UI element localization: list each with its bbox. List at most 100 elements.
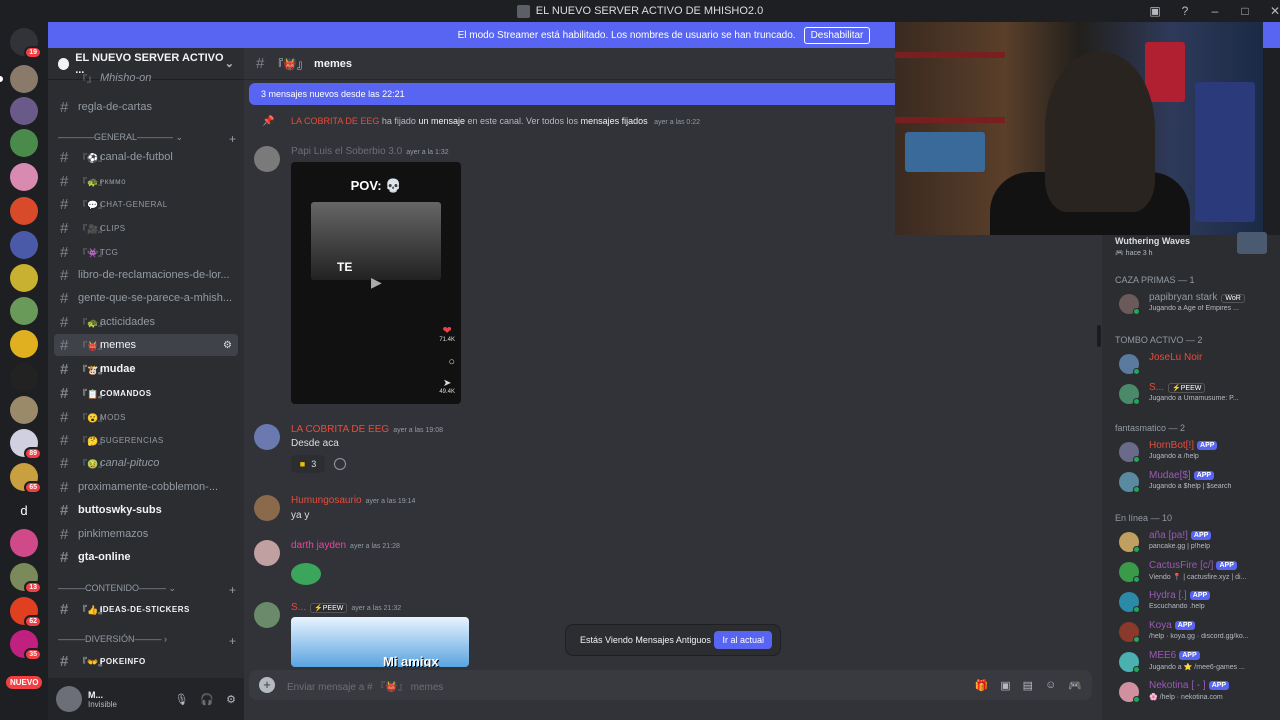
message-author[interactable]: darth jayden ayer a las 21:28 [291,540,400,551]
channel-gta-online[interactable]: # gta-online [54,546,238,568]
server-icon[interactable] [10,129,38,157]
member-item[interactable]: S... ⚡PEEW Jugando a Umamusume: P... [1115,380,1275,408]
apps-icon[interactable]: 🎮 [1068,679,1082,692]
online-status-icon [1133,546,1140,553]
system-author[interactable]: LA COBRITA DE EEG [291,116,379,126]
avatar[interactable] [254,540,280,566]
server-icon[interactable] [10,330,38,358]
channel-ideas-de-stickers[interactable]: # 『👍』 IDEAS-DE-STICKERS [54,598,238,620]
category-diversion[interactable]: ——— DIVERSIÓN ——— › + [58,634,236,648]
sticker-icon[interactable]: ▤ [1023,679,1033,692]
channel-canal-de-futbol[interactable]: # 『⚽』 canal-de-futbol [54,146,238,168]
message-composer[interactable]: + Enviar mensaje a # 『👹』 memes 🎁 ▣ ▤ ☺ 🎮 [249,670,1092,700]
channel-pinkimemazos[interactable]: # pinkimemazos [54,523,238,545]
server-icon[interactable]: 35 [10,630,42,661]
server-icon[interactable] [10,297,38,325]
dm-home-icon[interactable]: 19 [10,28,42,59]
hash-icon: # [60,525,69,543]
channel-mudae[interactable]: # 『🐮』 mudae [54,358,238,380]
server-letter-icon[interactable]: d [10,497,38,525]
message-author[interactable]: Humungosaurio ayer a las 19:14 [291,495,415,506]
member-item[interactable]: Mudae[$] APP Jugando a $help | $search [1115,468,1275,496]
server-icon[interactable] [10,65,38,93]
channel-name: pinkimemazos [78,528,149,540]
avatar[interactable] [254,495,280,521]
add-reaction-icon[interactable] [334,458,346,470]
channel-proximamente-cobblemon[interactable]: # proximamente-cobblemon-... [54,476,238,498]
member-item[interactable]: papibryan stark WoR Jugando a Age of Empir… [1115,290,1275,318]
pinned-messages-link[interactable]: mensajes fijados [581,116,648,126]
add-channel-icon[interactable]: + [229,583,236,597]
avatar[interactable] [254,424,280,450]
channel-emoji-icon: 『🎥』 [78,223,108,234]
plus-icon[interactable]: + [259,677,275,693]
headphones-icon[interactable]: 🎧 [200,693,214,706]
channel-clips[interactable]: # 『🎥』 CLIPS [54,217,238,239]
member-item[interactable]: MEE6 APP Jugando a ⭐ /mee6-games ... [1115,648,1275,676]
server-icon[interactable] [10,396,38,424]
member-item[interactable]: CactusFire [c/] APP Viendo 📍 | cactusfire.… [1115,558,1275,586]
microphone-icon[interactable]: 🎙 [174,693,188,706]
message-author[interactable]: S... ⚡PEEW ayer a las 21:32 [291,602,401,613]
member-item[interactable]: HornBot[!] APP Jugando a /help [1115,438,1275,466]
member-item[interactable]: JoseLu Noir [1115,350,1275,378]
channel-pokeinfo[interactable]: # 『👐』 POKEINFO [54,650,238,672]
gear-icon[interactable]: ⚙ [223,340,232,351]
avatar[interactable] [56,686,82,712]
server-icon[interactable]: 13 [10,563,42,594]
channel-comandos[interactable]: # 『📋』 COMANDOS [54,382,238,404]
server-icon[interactable]: 65 [10,463,42,494]
channel-acticidades[interactable]: # 『🐢』 acticidades [54,311,238,333]
server-icon[interactable] [10,264,38,292]
server-icon[interactable]: 89 [10,429,42,460]
channel-canal-pituco[interactable]: # 『🤢』 canal-pituco [54,452,238,474]
server-icon[interactable] [10,197,38,225]
disable-streamer-button[interactable]: Deshabilitar [803,26,871,44]
member-item[interactable]: Hydra [.] APP Escuchando .help [1115,588,1275,616]
avatar[interactable] [254,146,280,172]
gift-icon[interactable]: 🎁 [975,679,989,692]
category-general[interactable]: ———— GENERAL ———— ⌄ + [58,132,236,146]
message-author[interactable]: Papi Luis el Soberbio 3.0 ayer a la 1:32 [291,146,449,157]
gear-icon[interactable]: ⚙ [226,693,236,706]
member-item[interactable]: Nekotina [ - ] APP 🌸 /help · nekotina.com [1115,678,1275,706]
channel-pkmmo[interactable]: # 『🐢』 ᴘᴋᴍᴍᴏ [54,170,238,192]
server-icon[interactable] [10,231,38,259]
play-icon[interactable]: ▶ [371,274,382,291]
channel-gente-que-se-parece[interactable]: # gente-que-se-parece-a-mhish... [54,287,238,309]
reaction-button[interactable]: ■ 3 [291,455,325,473]
channel-chat-general[interactable]: # 『💬』 CHAT-GENERAL [54,193,238,215]
member-name: aña [pa!] [1149,530,1188,541]
channel-mods[interactable]: # 『😮』 MODS [54,406,238,428]
add-channel-icon[interactable]: + [229,132,236,146]
composer-placeholder[interactable]: Enviar mensaje a # 『👹』 memes [287,678,443,693]
channel-sugerencias[interactable]: # 『🤔』 SUGERENCIAS [54,429,238,451]
member-activity: Jugando a ⭐ /mee6-games ... [1149,664,1245,671]
avatar[interactable] [254,602,280,628]
member-item[interactable]: aña [pa!] APP pancake.gg | p!help [1115,528,1275,556]
member-name: Koya [1149,620,1172,631]
image-attachment[interactable]: Mi amigx [291,617,469,667]
channel-memes[interactable]: # 『👹』 memes ⚙ [54,334,238,356]
server-icon[interactable]: 62 [10,597,42,628]
gif-icon[interactable]: ▣ [1000,679,1010,692]
add-channel-icon[interactable]: + [229,634,236,648]
channel-name: canal-de-futbol [100,151,173,163]
channel-buttoswky-subs[interactable]: # buttoswky-subs [54,499,238,521]
server-icon[interactable] [10,97,38,125]
jump-to-present-button[interactable]: Ir al actual [714,631,772,649]
channel-regla-de-cartas[interactable]: # regla-de-cartas [54,96,238,118]
emoji-icon[interactable]: ☺ [1045,679,1056,692]
channel-libro-de-reclamaciones[interactable]: # libro-de-reclamaciones-de-lor... [54,264,238,286]
system-pinned-message-link[interactable]: un mensaje [418,116,465,126]
scrollbar-thumb[interactable] [1097,325,1101,347]
video-embed[interactable]: POV: 💀 TE ▶ ❤ 71.4K ○ ➤ 49.4K [291,162,461,404]
server-icon[interactable] [10,363,38,391]
category-contenido[interactable]: ——— CONTENIDO ——— ⌄ + [58,583,236,597]
channel-tcg[interactable]: # 『👾』 TCG [54,241,238,263]
server-icon[interactable] [10,163,38,191]
server-icon[interactable] [10,529,38,557]
member-item[interactable]: Koya APP/help · koya.gg · discord.gg/ko..… [1115,618,1275,646]
message-author[interactable]: LA COBRITA DE EEG ayer a las 19:08 [291,424,443,435]
channel-partial[interactable]: 『』 Mhisho-on [54,72,238,84]
